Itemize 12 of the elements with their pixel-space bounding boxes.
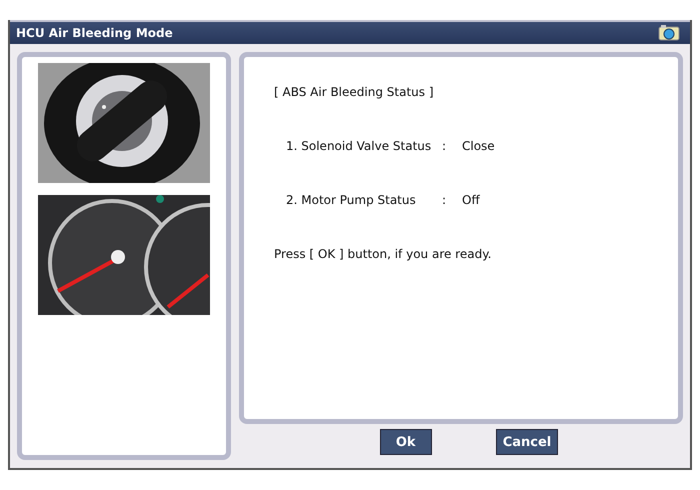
status-separator: : bbox=[442, 139, 448, 153]
status-label: 1. Solenoid Valve Status bbox=[286, 139, 432, 153]
cancel-button[interactable]: Cancel bbox=[496, 429, 558, 455]
window-title: HCU Air Bleeding Mode bbox=[16, 26, 173, 40]
ok-button[interactable]: Ok bbox=[380, 429, 432, 455]
status-value: Close bbox=[462, 139, 495, 153]
status-heading: [ ABS Air Bleeding Status ] bbox=[274, 85, 435, 99]
status-value: Off bbox=[462, 193, 480, 207]
instruction-text: Press [ OK ] button, if you are ready. bbox=[274, 247, 492, 261]
camera-icon[interactable] bbox=[658, 25, 680, 41]
status-label: 2. Motor Pump Status bbox=[286, 193, 417, 207]
status-separator: : bbox=[442, 193, 448, 207]
